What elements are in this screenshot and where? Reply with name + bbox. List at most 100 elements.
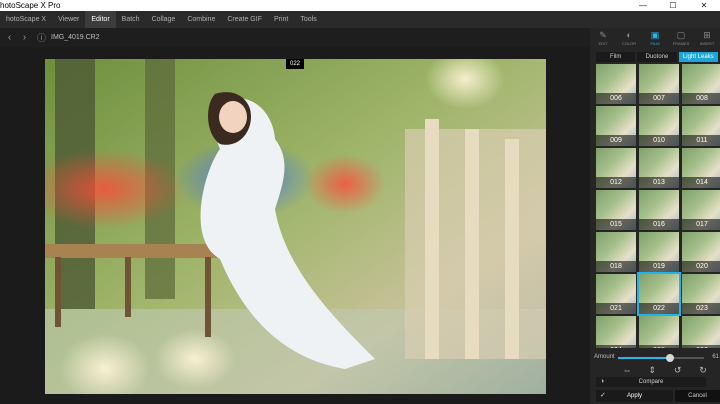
thumbnail-label: 017 (682, 219, 720, 230)
menu-item-combine[interactable]: Combine (181, 11, 221, 28)
menu-item-tools[interactable]: Tools (294, 11, 322, 28)
thumbnail-label: 008 (682, 93, 720, 104)
compare-button[interactable]: ◑ Compare (596, 377, 706, 387)
flip-vertical-icon[interactable]: ⇕ (645, 364, 659, 376)
minimize-icon[interactable]: — (633, 0, 653, 11)
filter-thumbnail[interactable]: 006 (596, 64, 636, 104)
tab-film-label: FILM (650, 41, 660, 46)
filter-thumbnail[interactable]: 026 (682, 316, 720, 348)
photo-preview[interactable] (45, 59, 546, 394)
filter-thumbnail[interactable]: 011 (682, 106, 720, 146)
cancel-button[interactable]: Cancel (675, 390, 720, 402)
filter-thumbnail-selected[interactable]: 022 (637, 272, 681, 316)
color-icon: ◐ (626, 30, 632, 40)
thumbnail-label: 022 (639, 303, 679, 314)
forward-icon[interactable]: › (19, 32, 30, 43)
title-bar: hotoScape X Pro — ☐ ✕ (0, 0, 720, 11)
thumbnail-label: 014 (682, 177, 720, 188)
tab-color[interactable]: ◐ COLOR (616, 28, 642, 48)
action-row: ✓ Apply Cancel (596, 390, 720, 402)
filter-thumbnail-grid: 006 007 008 009 010 011 012 013 014 015 … (596, 64, 720, 348)
thumbnail-label: 016 (639, 219, 679, 230)
filter-thumbnail[interactable]: 012 (596, 148, 636, 188)
filter-thumbnail[interactable]: 016 (639, 190, 679, 230)
apply-button[interactable]: ✓ Apply (596, 390, 673, 402)
filter-thumbnail[interactable]: 009 (596, 106, 636, 146)
filter-thumbnail[interactable]: 010 (639, 106, 679, 146)
amount-label: Amount (594, 354, 615, 360)
tab-insert-label: INSERT (699, 41, 715, 46)
menu-item-viewer[interactable]: Viewer (52, 11, 85, 28)
filter-thumbnail[interactable]: 014 (682, 148, 720, 188)
adjust-icon-row: ⇔ ⇕ ↺ ↻ (620, 364, 710, 376)
menu-item-batch[interactable]: Batch (116, 11, 146, 28)
thumbnail-label: 012 (596, 177, 636, 188)
filename-label: IMG_4019.CR2 (51, 34, 100, 41)
amount-slider-fill (618, 357, 671, 359)
filter-thumbnail[interactable]: 008 (682, 64, 720, 104)
compare-label: Compare (638, 379, 664, 385)
menu-item-create-gif[interactable]: Create GIF (221, 11, 268, 28)
thumbnail-label: 024 (596, 345, 636, 348)
filter-thumbnail[interactable]: 023 (682, 274, 720, 314)
tab-edit[interactable]: ✎ EDIT (590, 28, 616, 48)
subtab-light-leaks[interactable]: Light Leaks (678, 52, 718, 62)
info-icon[interactable]: ⓘ (36, 31, 47, 44)
tab-edit-label: EDIT (598, 41, 608, 46)
close-icon[interactable]: ✕ (694, 0, 714, 11)
menu-item-collage[interactable]: Collage (146, 11, 182, 28)
back-icon[interactable]: ‹ (4, 32, 15, 43)
tab-insert[interactable]: ⊞ INSERT (694, 28, 720, 48)
filter-thumbnail[interactable]: 013 (639, 148, 679, 188)
filter-thumbnail[interactable]: 021 (596, 274, 636, 314)
filter-overlay-label: 022 (286, 59, 304, 69)
menu-item-print[interactable]: Print (268, 11, 294, 28)
tab-color-label: COLOR (621, 41, 637, 46)
thumbnail-label: 015 (596, 219, 636, 230)
thumbnail-label: 021 (596, 303, 636, 314)
thumbnail-label: 023 (682, 303, 720, 314)
flip-horizontal-icon[interactable]: ⇔ (620, 364, 634, 376)
amount-control: Amount 61 (590, 352, 720, 362)
filter-thumbnail[interactable]: 025 (639, 316, 679, 348)
subtab-duotone[interactable]: Duotone (637, 52, 677, 62)
right-panel: ✎ EDIT ◐ COLOR ▣ FILM ▢ FRAMES ⊞ INSERT … (590, 28, 720, 404)
thumbnail-label: 013 (639, 177, 679, 188)
tool-tabs: ✎ EDIT ◐ COLOR ▣ FILM ▢ FRAMES ⊞ INSERT (590, 28, 720, 48)
photo-image (45, 59, 546, 394)
tab-film[interactable]: ▣ FILM (642, 28, 668, 48)
filter-thumbnail[interactable]: 017 (682, 190, 720, 230)
apply-label: Apply (626, 393, 642, 399)
insert-icon: ⊞ (703, 30, 711, 40)
rotate-right-icon[interactable]: ↻ (696, 364, 710, 376)
amount-value: 61 (712, 354, 719, 360)
menu-item-photoscape[interactable]: hotoScape X (0, 11, 52, 28)
menu-item-editor[interactable]: Editor (85, 11, 116, 28)
rotate-left-icon[interactable]: ↺ (671, 364, 685, 376)
maximize-icon[interactable]: ☐ (663, 0, 683, 11)
filter-thumbnail[interactable]: 020 (682, 232, 720, 272)
thumbnail-label: 020 (682, 261, 720, 272)
file-navbar: ‹ › ⓘ IMG_4019.CR2 (0, 28, 590, 47)
amount-slider-knob[interactable] (666, 354, 675, 362)
tab-frames-label: FRAMES (672, 41, 690, 46)
film-icon: ▣ (650, 30, 660, 40)
tab-frames[interactable]: ▢ FRAMES (668, 28, 694, 48)
filter-thumbnail[interactable]: 019 (639, 232, 679, 272)
edit-icon: ✎ (599, 30, 607, 40)
thumbnail-label: 019 (639, 261, 679, 272)
filter-thumbnail[interactable]: 018 (596, 232, 636, 272)
subtab-film[interactable]: Film (596, 52, 636, 62)
frames-icon: ▢ (676, 30, 686, 40)
thumbnail-label: 010 (639, 135, 679, 146)
filter-thumbnail[interactable]: 024 (596, 316, 636, 348)
thumbnail-label: 006 (596, 93, 636, 104)
filter-thumbnail[interactable]: 007 (639, 64, 679, 104)
thumbnail-label: 018 (596, 261, 636, 272)
amount-slider[interactable] (618, 354, 704, 362)
filter-thumbnail[interactable]: 015 (596, 190, 636, 230)
app-title: hotoScape X Pro (0, 1, 61, 10)
check-icon: ✓ (600, 392, 606, 399)
film-subtabs: Film Duotone Light Leaks (596, 52, 720, 62)
compare-icon: ◑ (600, 378, 605, 385)
